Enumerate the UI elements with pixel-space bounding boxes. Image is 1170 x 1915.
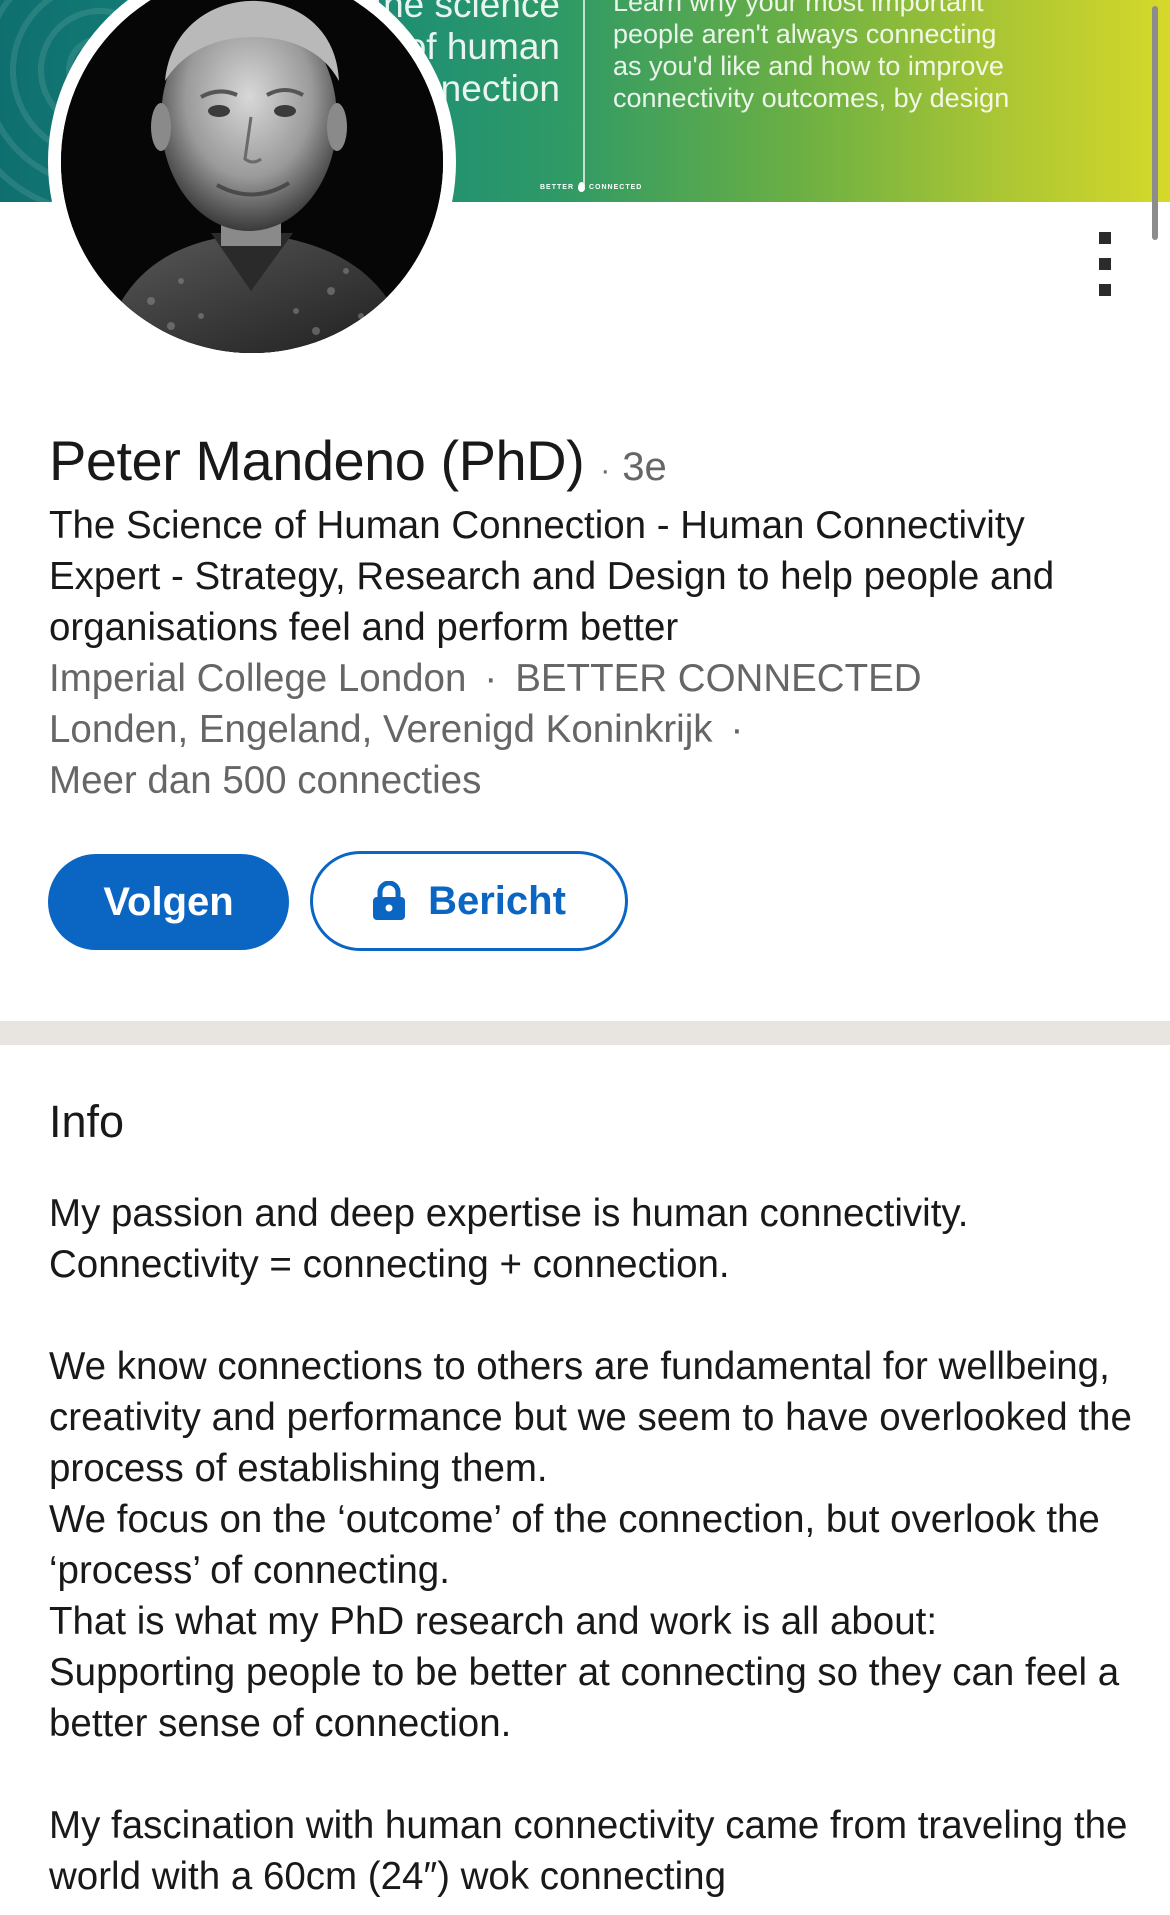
banner-brand-right: CONNECTED [589, 183, 643, 191]
banner-tagline-line: people aren't always connecting [613, 19, 997, 49]
banner-brand-left: BETTER [540, 183, 574, 191]
connection-degree: 3e [622, 445, 667, 489]
profile-location-row: Londen, Engeland, Verenigd Koninkrijk · [49, 704, 1139, 755]
avatar-portrait-image [61, 0, 443, 353]
profile-page: the science of human connection Learn wh… [0, 0, 1170, 1915]
more-vertical-icon [1099, 232, 1111, 244]
lock-icon [373, 881, 406, 920]
message-button[interactable]: Bericht [310, 851, 628, 951]
profile-headline: The Science of Human Connection - Human … [49, 504, 1055, 649]
section-divider [0, 1021, 1170, 1045]
more-vertical-icon [1099, 284, 1111, 296]
about-paragraph: My fascination with human connectivity c… [49, 1804, 1128, 1898]
banner-tagline: Learn why your most important people are… [613, 0, 1093, 114]
banner-tagline-line: connectivity outcomes, by design [613, 83, 1010, 113]
scrollbar[interactable] [1152, 6, 1158, 240]
banner-tagline-line: Learn why your most important [613, 0, 984, 17]
follow-button[interactable]: Volgen [48, 854, 289, 950]
profile-company[interactable]: BETTER CONNECTED [515, 657, 921, 700]
banner-tagline-line: as you'd like and how to improve [613, 51, 1004, 81]
name-separator: · [600, 454, 611, 487]
info-section-title: Info [49, 1096, 125, 1147]
banner-divider [583, 0, 585, 186]
drop-icon [578, 182, 585, 192]
about-paragraph: My passion and deep expertise is human c… [49, 1192, 969, 1286]
about-paragraph: We know connections to others are fundam… [49, 1345, 1132, 1745]
meta-separator: · [484, 657, 498, 700]
info-about-text: My passion and deep expertise is human c… [49, 1188, 1149, 1915]
banner-brand-logo: BETTER CONNECTED [540, 182, 642, 192]
profile-name-row: Peter Mandeno (PhD) · 3e [49, 428, 667, 493]
profile-education-company: Imperial College London · BETTER CONNECTED [49, 653, 1139, 704]
profile-name: Peter Mandeno (PhD) [49, 429, 585, 492]
more-options-button[interactable] [1095, 232, 1115, 296]
more-vertical-icon [1099, 258, 1111, 270]
message-button-label: Bericht [428, 878, 566, 923]
profile-location: Londen, Engeland, Verenigd Koninkrijk [49, 708, 713, 751]
avatar[interactable] [48, 0, 456, 366]
meta-separator: · [730, 708, 744, 751]
profile-education[interactable]: Imperial College London [49, 657, 466, 700]
avatar-photo [61, 0, 443, 353]
profile-connections[interactable]: Meer dan 500 connecties [49, 755, 1139, 806]
